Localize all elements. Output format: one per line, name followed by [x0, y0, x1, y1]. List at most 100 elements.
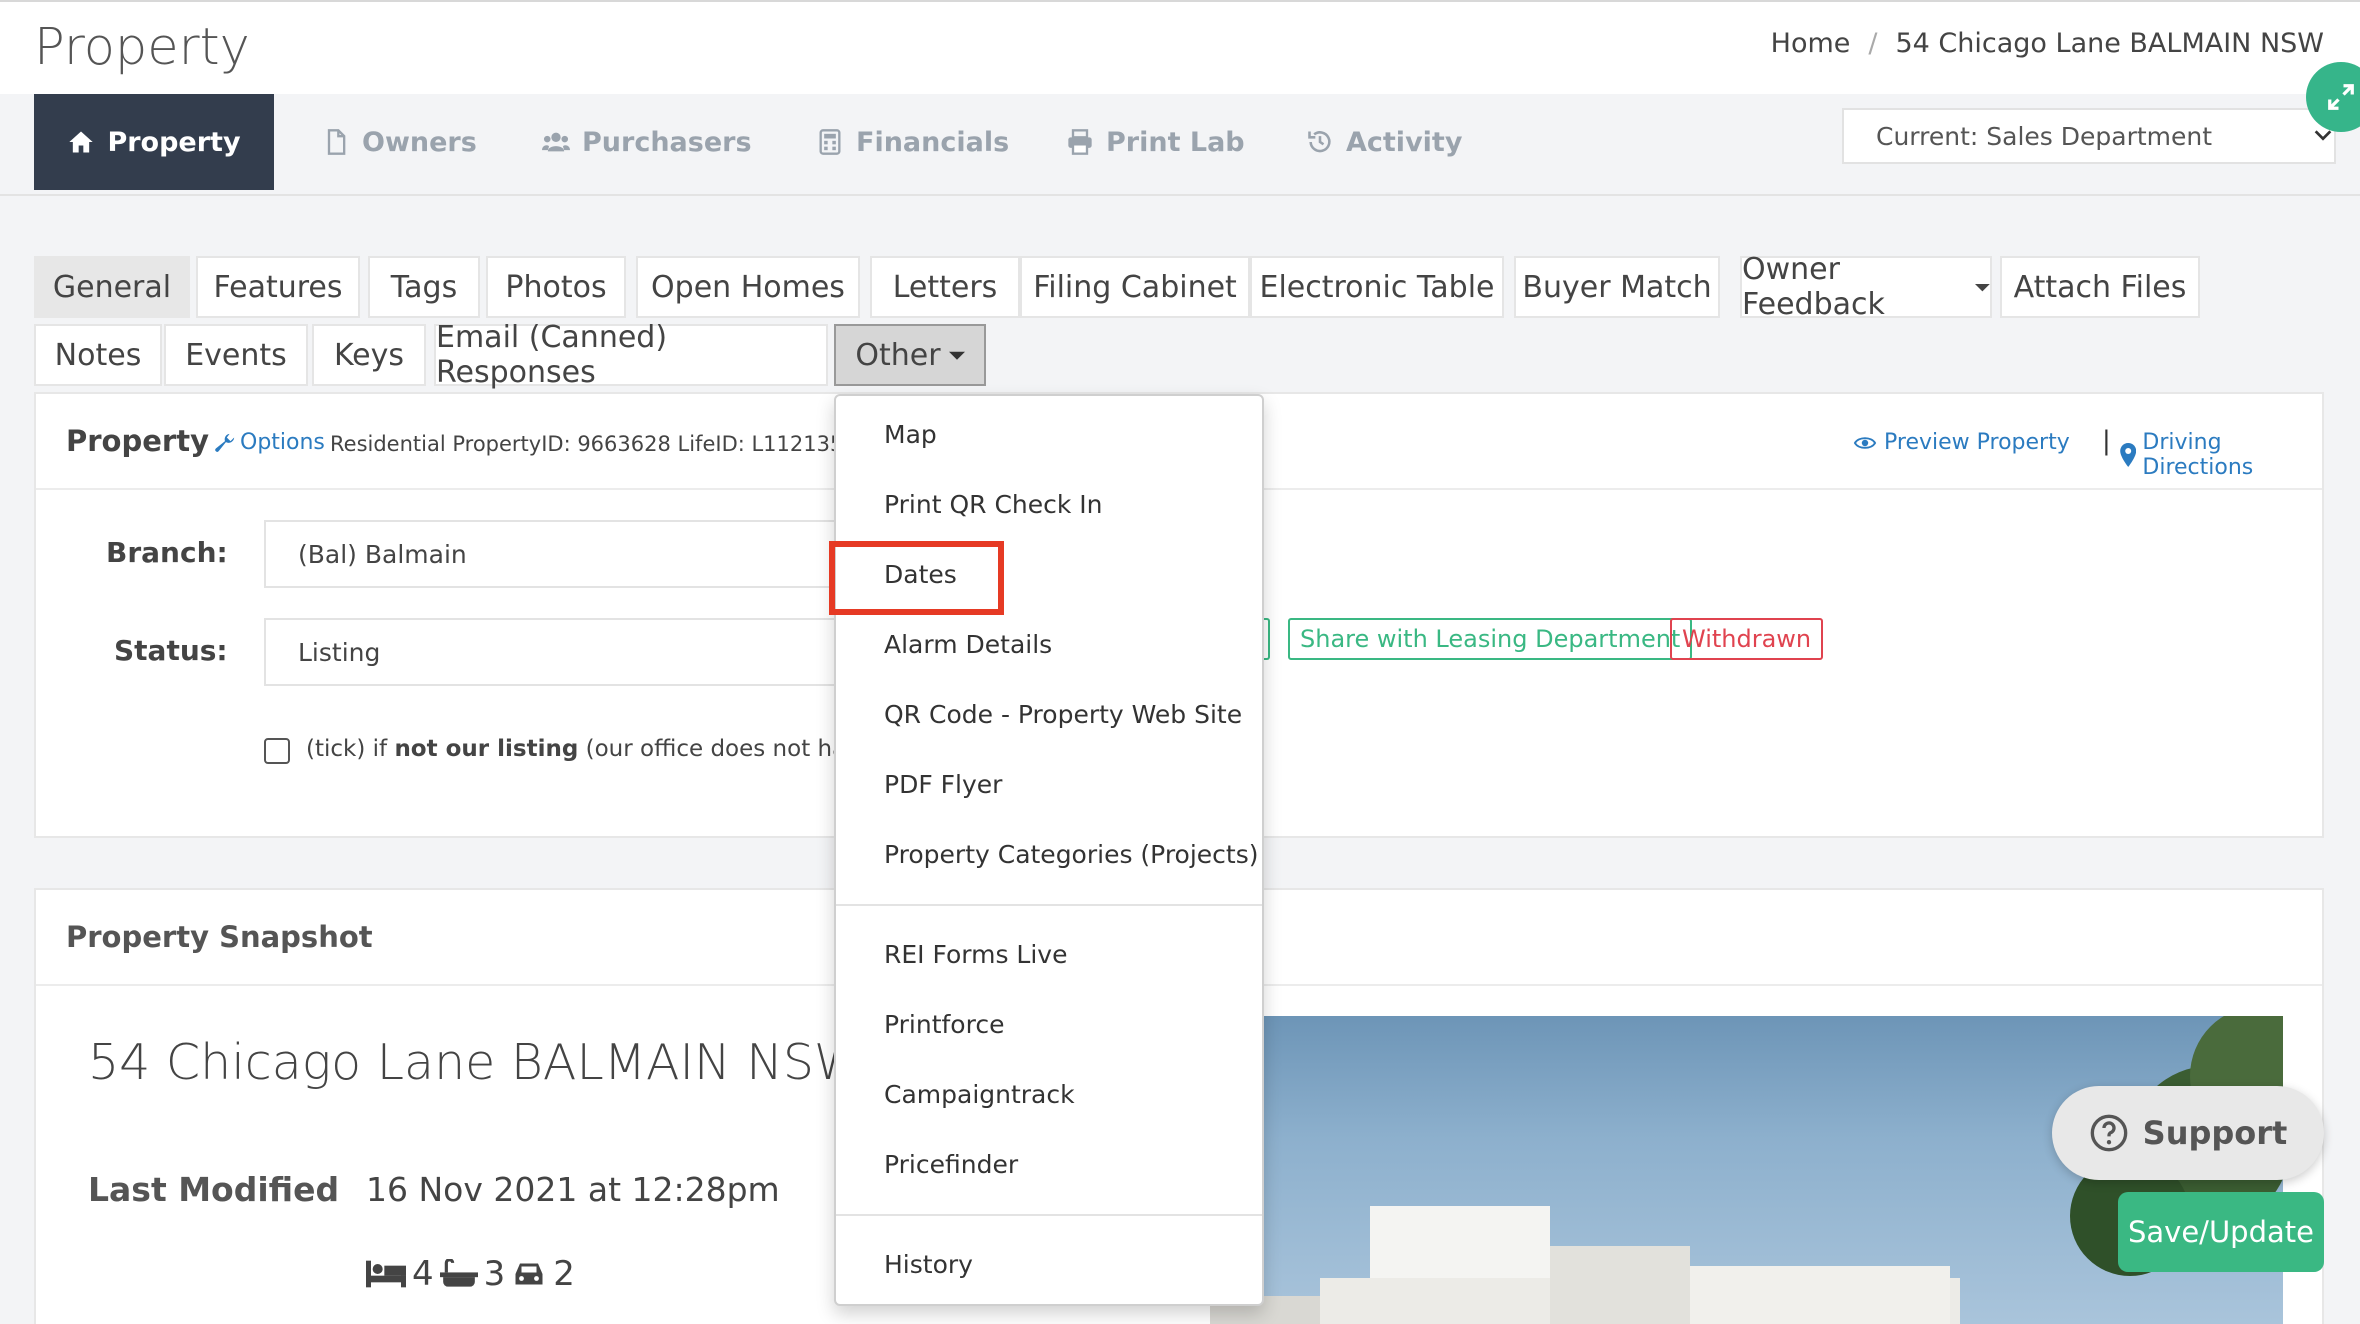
last-modified-value: 16 Nov 2021 at 12:28pm — [366, 1170, 780, 1209]
tab-notes[interactable]: Notes — [34, 324, 162, 386]
not-our-listing-text: (tick) if not our listing (our office do… — [306, 736, 866, 762]
share-leasing-badge[interactable]: Share with Leasing Department — [1288, 618, 1693, 660]
dates-highlight-box — [829, 541, 1004, 615]
nav-item-label: Property — [107, 126, 241, 158]
main-nav: Property Owners Purchasers Financials Pr… — [0, 94, 2360, 196]
options-link[interactable]: Options — [214, 430, 325, 455]
car-icon — [515, 1263, 543, 1285]
menu-item-map[interactable]: Map — [884, 420, 937, 449]
nav-item-print-lab[interactable]: Print Lab — [1066, 94, 1245, 190]
nav-item-label: Owners — [362, 126, 477, 158]
bed-icon — [366, 1260, 406, 1288]
driving-directions-link[interactable]: Driving Directions — [2120, 430, 2322, 480]
menu-item-qr-code-web-site[interactable]: QR Code - Property Web Site — [884, 700, 1242, 729]
branch-field[interactable]: (Bal) Balmain — [264, 520, 894, 588]
withdrawn-badge[interactable]: Withdrawn — [1670, 618, 1824, 660]
nav-item-label: Print Lab — [1106, 126, 1245, 158]
menu-divider — [836, 1214, 1262, 1216]
file-icon — [327, 129, 346, 155]
menu-divider — [836, 904, 1262, 906]
tab-email-canned-responses[interactable]: Email (Canned) Responses — [434, 320, 828, 390]
home-icon — [69, 131, 94, 153]
eye-icon — [1853, 436, 1877, 449]
breadcrumb-current: 54 Chicago Lane BALMAIN NSW — [1895, 28, 2324, 59]
preview-property-label: Preview Property — [1884, 430, 2070, 455]
tab-open-homes[interactable]: Open Homes — [636, 256, 860, 318]
nav-item-financials[interactable]: Financials — [816, 94, 1009, 190]
link-separator: | — [2102, 426, 2111, 456]
tab-filing-cabinet[interactable]: Filing Cabinet — [1020, 256, 1250, 318]
tab-tags[interactable]: Tags — [368, 256, 480, 318]
page-title: Property — [34, 18, 250, 77]
breadcrumb-separator: / — [1868, 28, 1878, 59]
history-icon — [1308, 131, 1331, 153]
nav-item-property[interactable]: Property — [34, 94, 274, 190]
menu-item-pricefinder[interactable]: Pricefinder — [884, 1150, 1018, 1179]
cars-count: 2 — [553, 1254, 575, 1294]
menu-item-campaigntrack[interactable]: Campaigntrack — [884, 1080, 1075, 1109]
nav-item-purchasers[interactable]: Purchasers — [542, 94, 752, 190]
status-value: Listing — [298, 637, 381, 667]
caret-down-icon — [948, 351, 965, 360]
status-field[interactable]: Listing — [264, 618, 894, 686]
checkbox-text-bold: not our listing — [394, 736, 579, 762]
department-select-value: Current: Sales Department — [1876, 121, 2213, 151]
tab-events[interactable]: Events — [164, 324, 308, 386]
tab-letters[interactable]: Letters — [870, 256, 1020, 318]
status-label: Status: — [114, 634, 228, 667]
breadcrumb: Home / 54 Chicago Lane BALMAIN NSW — [1771, 28, 2324, 59]
nav-item-activity[interactable]: Activity — [1306, 94, 1462, 190]
menu-item-pdf-flyer[interactable]: PDF Flyer — [884, 770, 1002, 799]
caret-down-icon — [1975, 284, 1990, 292]
tab-other[interactable]: Other — [834, 324, 986, 386]
tab-general[interactable]: General — [34, 256, 190, 318]
expand-icon — [2328, 84, 2354, 110]
branch-label: Branch: — [106, 536, 228, 569]
property-meta: Residential PropertyID: 9663628 LifeID: … — [330, 432, 871, 456]
baths-count: 3 — [483, 1254, 506, 1294]
users-icon — [542, 132, 570, 152]
map-marker-icon — [2120, 443, 2137, 467]
tab-attach-files[interactable]: Attach Files — [2000, 256, 2200, 318]
tab-photos[interactable]: Photos — [486, 256, 626, 318]
checkbox-text-prefix: (tick) if — [306, 736, 395, 762]
not-our-listing-checkbox[interactable] — [264, 738, 290, 764]
tab-buyer-match[interactable]: Buyer Match — [1514, 256, 1720, 318]
tab-label: Other — [855, 337, 941, 373]
property-features: 4 3 2 — [366, 1254, 575, 1294]
tab-keys[interactable]: Keys — [312, 324, 426, 386]
driving-directions-label: Driving Directions — [2142, 430, 2254, 480]
beds-count: 4 — [412, 1254, 434, 1294]
save-update-button[interactable]: Save/Update — [2118, 1192, 2324, 1272]
page-header: Property Home / 54 Chicago Lane BALMAIN NS… — [0, 2, 2360, 94]
nav-item-owners[interactable]: Owners — [322, 94, 477, 190]
snapshot-address: 54 Chicago Lane BALMAIN NSW — [88, 1034, 863, 1091]
support-button[interactable]: Support — [2052, 1086, 2324, 1180]
department-select[interactable]: Current: Sales Department — [1842, 108, 2336, 164]
printer-icon — [1068, 129, 1092, 155]
tab-features[interactable]: Features — [196, 256, 360, 318]
nav-item-label: Activity — [1346, 126, 1463, 158]
wrench-icon — [215, 433, 235, 452]
nav-item-label: Financials — [856, 126, 1010, 158]
tab-electronic-table[interactable]: Electronic Table — [1250, 256, 1504, 318]
support-label: Support — [2142, 1114, 2288, 1152]
panel-title: Property — [66, 424, 209, 458]
menu-item-rei-forms-live[interactable]: REI Forms Live — [884, 940, 1067, 969]
other-dropdown-menu: Map Print QR Check In Dates Alarm Detail… — [834, 394, 1264, 1306]
menu-item-print-qr-check-in[interactable]: Print QR Check In — [884, 490, 1103, 519]
menu-item-alarm-details[interactable]: Alarm Details — [884, 630, 1052, 659]
tab-owner-feedback[interactable]: Owner Feedback — [1740, 252, 1992, 322]
checkbox-text-suffix: (our office does not have listi — [585, 736, 866, 762]
options-label: Options — [240, 430, 325, 455]
menu-item-history[interactable]: History — [884, 1250, 973, 1279]
menu-item-printforce[interactable]: Printforce — [884, 1010, 1004, 1039]
breadcrumb-home[interactable]: Home — [1771, 28, 1851, 59]
branch-value: (Bal) Balmain — [298, 539, 467, 569]
preview-property-link[interactable]: Preview Property — [1852, 430, 2070, 455]
tab-label: Owner Feedback — [1742, 252, 1885, 322]
menu-item-property-categories[interactable]: Property Categories (Projects) — [884, 840, 1259, 869]
calculator-icon — [819, 129, 841, 155]
bath-icon — [439, 1259, 478, 1287]
snapshot-title: Property Snapshot — [66, 920, 373, 954]
